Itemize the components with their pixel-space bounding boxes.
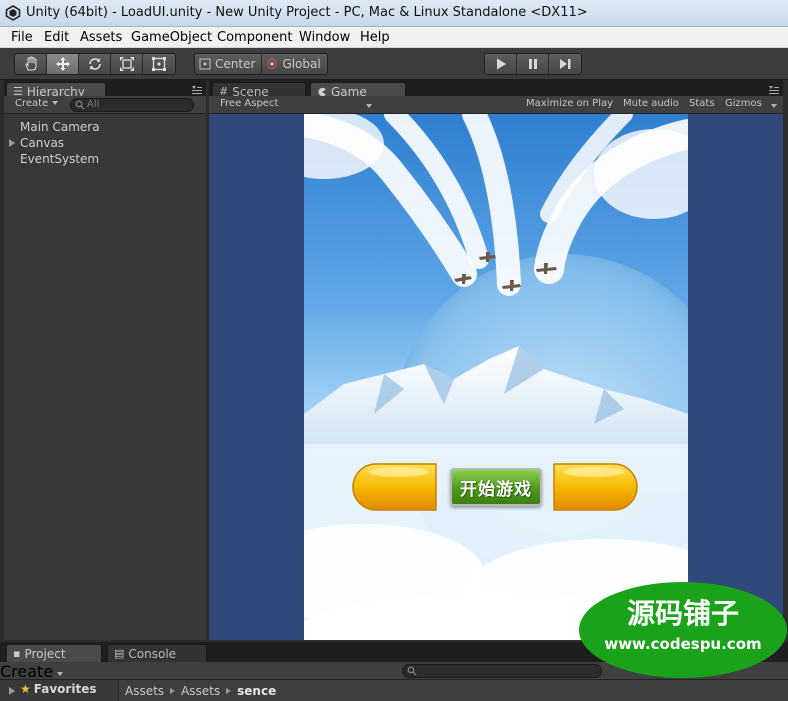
hand-tool-button[interactable] [15,54,47,74]
transform-tools [14,53,176,75]
project-create-label: Create [0,662,54,681]
aspect-label: Free Aspect [220,98,279,109]
maximize-on-play-toggle[interactable]: Maximize on Play [526,98,613,109]
pause-icon [528,59,537,69]
gizmos-dropdown[interactable]: Gizmos [725,98,762,109]
hierarchy-create-label: Create [15,98,49,109]
game-background-art [304,114,688,640]
chevron-down-icon [57,672,64,676]
breadcrumb-current[interactable]: sence [237,684,276,698]
window-title: Unity (64bit) - LoadUI.unity - New Unity… [26,5,588,20]
hierarchy-toolbar: Create All [4,96,206,114]
global-icon [267,58,278,70]
rotate-tool-button[interactable] [79,54,111,74]
menu-bar: File Edit Assets GameObject Component Wi… [0,27,788,48]
search-icon [407,666,417,676]
codespu-watermark: 源码铺子 www.codespu.com [579,582,787,678]
folder-icon: ▪ [13,647,21,660]
chevron-down-icon [771,104,777,108]
project-search-input[interactable] [402,664,602,678]
menu-help[interactable]: Help [360,30,390,45]
aspect-dropdown[interactable]: Free Aspect [220,98,370,109]
expand-arrow-icon[interactable] [9,139,15,147]
play-icon [496,58,506,70]
project-body: ★ Favorites Assets Assets sence [0,680,788,701]
toolbar: Center Global [0,48,788,80]
watermark-title: 源码铺子 [627,597,739,630]
play-controls [484,53,582,75]
tab-project[interactable]: ▪ Project [6,644,102,662]
search-icon [75,100,85,110]
tab-console-label: Console [128,646,177,661]
project-create-dropdown[interactable]: Create [0,662,64,681]
pivot-toggles: Center Global [194,53,328,75]
pivot-space-label: Global [282,57,321,71]
hierarchy-item-canvas[interactable]: Canvas [20,136,64,150]
menu-file[interactable]: File [11,30,33,45]
menu-component[interactable]: Component [217,30,292,45]
star-icon: ★ [20,682,31,696]
hierarchy-list: Main Camera Canvas EventSystem [4,114,206,640]
game-screen: 开始游戏 [304,114,688,640]
title-bar: Unity (64bit) - LoadUI.unity - New Unity… [0,0,788,27]
unity-editor-window: Unity (64bit) - LoadUI.unity - New Unity… [0,0,788,701]
menu-window[interactable]: Window [299,30,350,45]
game-view-toolbar: Free Aspect Maximize on Play Mute audio … [209,96,783,114]
chevron-down-icon [366,104,372,108]
pacman-icon [318,87,326,96]
hand-icon [24,56,36,71]
right-panel-edge [783,80,788,640]
favorites-item[interactable]: ★ Favorites [20,682,96,696]
menu-assets[interactable]: Assets [80,30,122,45]
menu-gameobject[interactable]: GameObject [131,30,212,45]
step-icon [560,59,571,69]
panel-menu-icon[interactable] [192,86,202,94]
pivot-mode-button[interactable]: Center [195,54,263,74]
expand-arrow-icon[interactable] [9,687,15,695]
hierarchy-search-placeholder: All [87,99,100,110]
breadcrumb-item[interactable]: Assets [125,684,164,698]
stats-toggle[interactable]: Stats [689,98,715,109]
rotate-icon [88,58,101,70]
rect-tool-icon [152,57,166,71]
breadcrumb-item[interactable]: Assets [181,684,220,698]
step-button[interactable] [549,54,581,74]
breadcrumb-separator-icon [226,687,232,694]
mute-audio-toggle[interactable]: Mute audio [623,98,679,109]
panel-menu-icon[interactable] [769,86,779,94]
pivot-mode-label: Center [215,57,256,71]
tab-project-label: Project [24,646,66,661]
pivot-center-icon [199,58,211,70]
move-icon [55,57,70,71]
start-game-button[interactable]: 开始游戏 [450,468,542,506]
scale-tool-button[interactable] [111,54,143,74]
breadcrumb: Assets Assets sence [118,680,788,701]
hierarchy-item-eventsystem[interactable]: EventSystem [20,152,99,166]
favorites-label: Favorites [33,682,97,696]
play-button[interactable] [485,54,517,74]
rect-tool-button[interactable] [143,54,175,74]
hierarchy-search-input[interactable]: All [70,98,194,112]
breadcrumb-separator-icon [170,687,176,694]
game-viewport[interactable]: 开始游戏 [209,114,783,640]
scale-icon [119,57,134,71]
watermark-url: www.codespu.com [604,635,761,653]
chevron-down-icon [52,101,59,105]
move-tool-button[interactable] [47,54,79,74]
unity-logo-icon [5,5,21,21]
pause-button[interactable] [517,54,549,74]
tab-console[interactable]: ▤ Console [107,644,207,662]
hierarchy-item-main-camera[interactable]: Main Camera [20,120,100,134]
pivot-space-button[interactable]: Global [262,54,327,74]
console-icon: ▤ [114,647,125,660]
hierarchy-create-dropdown[interactable]: Create [15,98,59,109]
menu-edit[interactable]: Edit [44,30,69,45]
